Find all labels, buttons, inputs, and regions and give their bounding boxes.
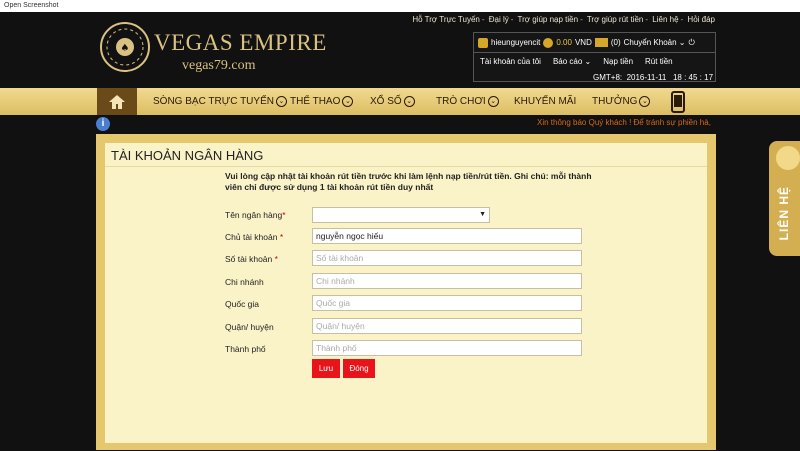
chevron-down-icon: ⌄: [275, 96, 287, 107]
power-icon[interactable]: ⏻: [689, 38, 695, 48]
chevron-down-icon: ⌄: [584, 57, 592, 66]
account-menu: Tài khoản của tôi Báo cáo ⌄ Nạp tiền Rút…: [474, 52, 715, 70]
chevron-down-icon: ⌄: [487, 96, 499, 107]
account-number-label: Số tài khoản *: [225, 254, 278, 264]
top-link-deposit-help[interactable]: Trợ giúp nạp tiền: [518, 15, 579, 24]
coin-icon: [543, 37, 554, 48]
country-label: Quốc gia: [225, 299, 260, 309]
contact-tab-label: LIÊN HỆ: [777, 186, 791, 241]
nav-live-casino[interactable]: SÒNG BẠC TRỰC TUYẾN ⌄: [153, 88, 287, 115]
bank-account-panel: TÀI KHOẢN NGÂN HÀNG Vui lòng cập nhật tà…: [96, 134, 716, 450]
home-icon: [109, 94, 125, 109]
bank-name-label: Tên ngân hàng*: [225, 210, 286, 220]
branch-label: Chi nhánh: [225, 277, 264, 287]
chevron-down-icon: ⌄: [342, 96, 354, 107]
server-clock: GMT+8: 2016-11-11 18 : 45 : 17: [593, 73, 714, 82]
top-link-withdraw-help[interactable]: Trợ giúp rút tiền: [587, 15, 644, 24]
dropdown-arrow-icon: ▼: [479, 211, 486, 218]
country-input[interactable]: [312, 295, 582, 311]
bank-name-select[interactable]: ▼: [312, 207, 490, 223]
menu-deposit[interactable]: Nạp tiền: [603, 57, 633, 66]
top-links: Hỗ Trợ Trực Tuyến - Đại lý - Trợ giúp nạp …: [412, 15, 715, 24]
nav-promotions[interactable]: KHUYẾN MÃI: [514, 88, 576, 115]
svg-text:♠: ♠: [121, 43, 130, 54]
close-button[interactable]: Đóng: [343, 359, 375, 378]
nav-rewards[interactable]: THƯỞNG ⌄: [592, 88, 651, 115]
logo-emblem-icon: ♠: [100, 22, 150, 72]
site-header: Hỗ Trợ Trực Tuyến - Đại lý - Trợ giúp nạp …: [0, 12, 800, 88]
city-label: Thành phố: [225, 344, 266, 354]
logo-domain: vegas79.com: [182, 58, 256, 73]
nav-lottery[interactable]: XỔ SỐ ⌄: [370, 88, 415, 115]
top-link-support[interactable]: Hỗ Trợ Trực Tuyến: [412, 15, 480, 24]
bank-account-form: TÀI KHOẢN NGÂN HÀNG Vui lòng cập nhật tà…: [105, 143, 707, 443]
message-count: (0): [610, 38, 621, 47]
account-summary: hieunguyencit 0.00 VND (0) Chuyển Khoản …: [474, 33, 715, 52]
transfer-button[interactable]: Chuyển Khoản ⌄: [624, 38, 686, 47]
contact-side-tab[interactable]: LIÊN HỆ: [769, 141, 800, 256]
mail-icon[interactable]: [594, 38, 608, 47]
form-note: Vui lòng cập nhật tài khoản rút tiền trư…: [225, 171, 592, 192]
window-title: Open Screenshot: [0, 0, 800, 12]
account-number-input[interactable]: [312, 250, 582, 266]
balance-amount: 0.00: [556, 38, 572, 47]
nav-games[interactable]: TRÒ CHƠI ⌄: [436, 88, 499, 115]
page-title: TÀI KHOẢN NGÂN HÀNG: [111, 148, 264, 163]
site-logo[interactable]: ♠ VEGAS EMPIRE vegas79.com: [98, 20, 326, 78]
username[interactable]: hieunguyencit: [491, 38, 540, 47]
top-link-contact[interactable]: Liên hệ: [652, 15, 678, 24]
menu-my-account[interactable]: Tài khoản của tôi: [480, 57, 541, 66]
account-holder-input[interactable]: [312, 228, 582, 244]
mobile-icon: [671, 90, 685, 113]
balance-currency: VND: [574, 38, 592, 47]
support-agent-icon: [776, 146, 800, 170]
info-icon[interactable]: i: [96, 117, 110, 131]
menu-reports[interactable]: Báo cáo ⌄: [553, 57, 591, 66]
district-input[interactable]: [312, 318, 582, 334]
account-holder-label: Chủ tài khoản *: [225, 232, 284, 242]
top-link-faq[interactable]: Hỏi đáp: [687, 15, 715, 24]
save-button[interactable]: Lưu: [312, 359, 340, 378]
nav-home[interactable]: [97, 88, 137, 115]
top-link-agent[interactable]: Đại lý: [489, 15, 509, 24]
district-label: Quận/ huyện: [225, 322, 274, 332]
notice-strip: i Xin thông báo Quý khách ! Để tránh sự …: [0, 115, 800, 133]
menu-withdraw[interactable]: Rút tiền: [645, 57, 673, 66]
nav-sports[interactable]: THỂ THAO ⌄: [290, 88, 354, 115]
user-icon: [478, 37, 488, 48]
nav-mobile[interactable]: [670, 88, 686, 115]
logo-name: VEGAS EMPIRE: [154, 30, 327, 55]
main-nav: SÒNG BẠC TRỰC TUYẾN ⌄ THỂ THAO ⌄ XỔ SỐ ⌄ TR…: [0, 88, 800, 115]
chevron-down-icon: ⌄: [639, 96, 651, 107]
title-divider: [105, 166, 707, 167]
city-input[interactable]: [312, 340, 582, 356]
notice-marquee: Xin thông báo Quý khách ! Để tránh sự ph…: [537, 118, 711, 127]
branch-input[interactable]: [312, 273, 582, 289]
chevron-down-icon: ⌄: [403, 96, 415, 107]
